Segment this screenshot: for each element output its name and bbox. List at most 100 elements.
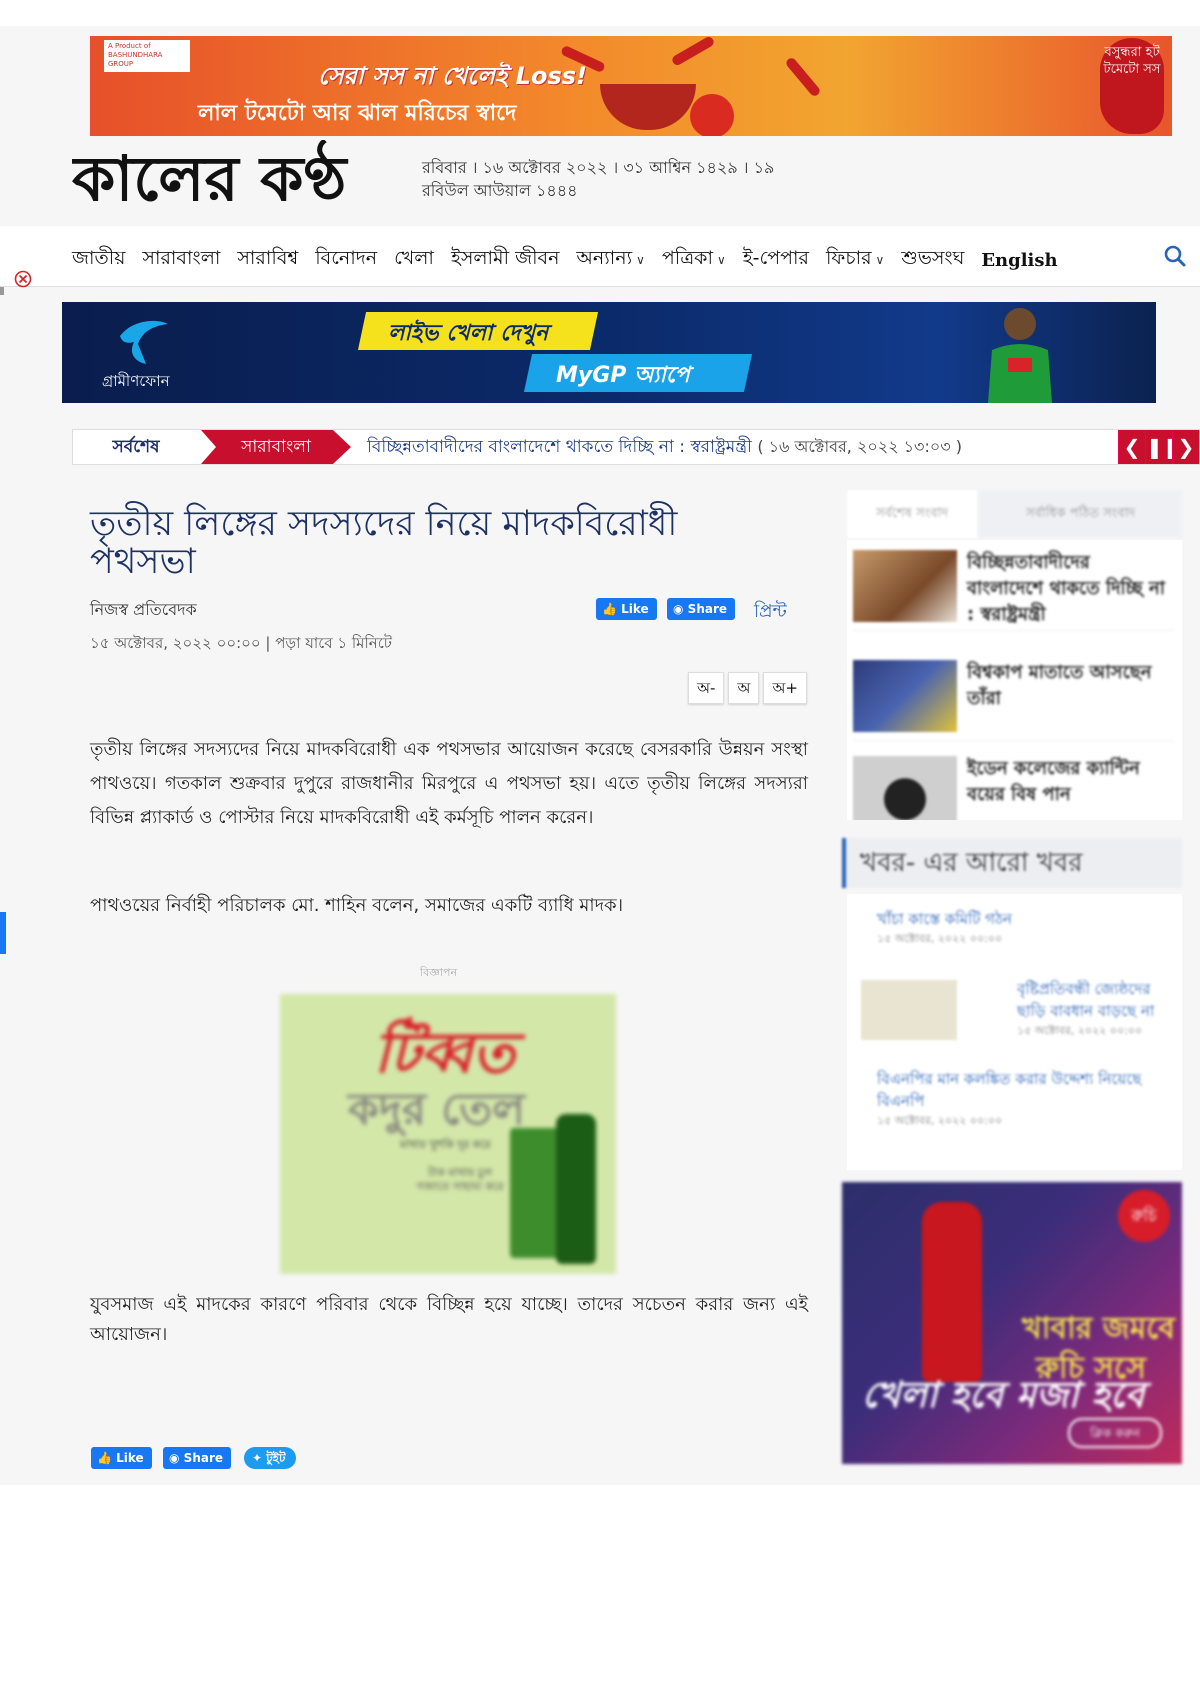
- facebook-share-button[interactable]: ◉ Share: [667, 598, 736, 620]
- more-news-title: বৃষ্টিপ্রতিবন্ধী জ্যেষ্ঠদের ছাড়ি বাবধান…: [1017, 980, 1155, 1020]
- chevron-left-icon[interactable]: ❮: [1118, 430, 1145, 464]
- ad-label: বিজ্ঞাপন: [420, 966, 458, 979]
- article-paragraph: পাথওয়ের নির্বাহী পরিচালক মো. শাহিন বলেন…: [90, 895, 624, 916]
- news-thumbnail: [861, 980, 957, 1040]
- list-item[interactable]: বিচ্ছিন্নতাবাদীদের বাংলাদেশে থাকতে দিচ্ছ…: [853, 546, 1173, 631]
- ticker-controls: ❮ ❚❚ ❯: [1118, 430, 1199, 464]
- list-item[interactable]: বিশ্বকাপ মাতাতে আসছেন তাঁরা: [853, 656, 1173, 741]
- pause-icon[interactable]: ❚❚: [1145, 430, 1180, 464]
- grameenphone-label: গ্রামীণফোন: [102, 372, 170, 390]
- nav-item[interactable]: অন্যান্য ∨: [576, 244, 644, 276]
- like-label: Like: [116, 1451, 144, 1465]
- english-version-link[interactable]: English: [981, 244, 1057, 276]
- thumbs-up-icon: 👍: [602, 602, 617, 616]
- share-label: Share: [687, 602, 728, 616]
- nav-item-label: অন্যান্য: [576, 247, 633, 269]
- ticker-category[interactable]: সারাবাংলা: [201, 430, 351, 464]
- ad-headline: লাইভ খেলা দেখুন: [388, 321, 549, 346]
- more-news-title: খাঁচা কাস্তে কমিটি গঠন: [877, 910, 1012, 928]
- more-news-date: ১৫ অক্টোবর, ২০২২ ০০:০০: [877, 1114, 1003, 1127]
- chevron-down-icon: ∨: [636, 253, 645, 267]
- nav-item-label: শুভসংঘ: [901, 247, 965, 269]
- news-ticker: সর্বশেষ সারাবাংলা বিচ্ছিন্নতাবাদীদের বাং…: [72, 429, 1200, 465]
- tab-latest-news[interactable]: সর্বশেষ সংবাদ: [847, 490, 977, 538]
- more-news-date: ১৫ অক্টোবর, ২০২২ ০০:০০: [877, 932, 1003, 945]
- chevron-down-icon: ∨: [875, 253, 885, 267]
- list-item[interactable]: বিএনপির মান কলঙ্কিত করার উদ্দেশ্য নিয়েছ…: [877, 1068, 1167, 1131]
- ad-cta-button[interactable]: ক্লিক করুন: [1068, 1418, 1162, 1448]
- nav-item[interactable]: বিনোদন: [315, 244, 377, 276]
- grameenphone-logo-icon: [120, 320, 168, 364]
- nav-item-label: ই-পেপার: [742, 247, 809, 269]
- article-headline: তৃতীয় লিঙ্গের সদস্যদের নিয়ে মাদকবিরোধী…: [90, 504, 678, 582]
- ad-tagline-sub: লাল টমেটো আর ঝাল মরিচের স্বাদে: [198, 101, 517, 126]
- news-thumbnail: [853, 756, 957, 820]
- close-icon[interactable]: [14, 270, 32, 288]
- player-graphic: [988, 308, 1052, 403]
- ad-subline: মাথার খুশকি দূর করে: [400, 1138, 491, 1151]
- facebook-icon: ◉: [673, 602, 684, 616]
- site-logo[interactable]: কালের কণ্ঠ: [72, 140, 402, 216]
- nav-item[interactable]: সারাবাংলা: [142, 244, 220, 276]
- hair-oil-ad[interactable]: টিব্বত কদুর তেল মাথার খুশকি দূর করে টাক …: [280, 994, 616, 1274]
- ticker-headline[interactable]: বিচ্ছিন্নতাবাদীদের বাংলাদেশে থাকতে দিচ্ছ…: [367, 430, 962, 464]
- nav-item-label: জাতীয়: [72, 247, 126, 269]
- nav-item[interactable]: খেলা: [394, 244, 434, 276]
- ticker-headline-text: বিচ্ছিন্নতাবাদীদের বাংলাদেশে থাকতে দিচ্ছ…: [367, 437, 752, 457]
- font-decrease-button[interactable]: অ-: [688, 672, 725, 704]
- feedback-tab[interactable]: [0, 912, 6, 954]
- svg-text:কালের কণ্ঠ: কালের কণ্ঠ: [72, 140, 349, 215]
- ad-note: টাক মাথায় চুল গজাতে সাহায্য করে: [416, 1166, 504, 1193]
- ad-app-name: MyGP অ্যাপে: [556, 363, 690, 388]
- nav-item[interactable]: সারাবিশ্ব: [237, 244, 298, 276]
- sidebar-tabs: সর্বশেষ সংবাদ সর্বাধিক পঠিত সংবাদ: [847, 490, 1182, 538]
- facebook-like-button[interactable]: 👍 Like: [91, 1447, 152, 1469]
- ruchi-sauce-ad[interactable]: রুচি খাবার জমবে রুচি সসে খেলা হবে মজা হব…: [842, 1182, 1182, 1464]
- sauce-bowl-graphic: [600, 84, 696, 130]
- grameenphone-banner-ad[interactable]: গ্রামীণফোন লাইভ খেলা দেখুন MyGP অ্যাপে: [62, 302, 1156, 403]
- main-nav: জাতীয় সারাবাংলা সারাবিশ্ব বিনোদন খেলা ইসলামী…: [0, 226, 1200, 287]
- ticker-time: ( ১৬ অক্টোবর, ২০২২ ১৩:০৩ ): [757, 437, 962, 456]
- print-link[interactable]: প্রিন্ট: [754, 597, 787, 628]
- list-item[interactable]: বৃষ্টিপ্রতিবন্ধী জ্যেষ্ঠদের ছাড়ি বাবধান…: [1017, 978, 1167, 1041]
- nav-item[interactable]: পত্রিকা ∨: [662, 244, 726, 276]
- tab-most-read[interactable]: সর্বাধিক পঠিত সংবাদ: [979, 490, 1182, 538]
- share-label: Share: [183, 1451, 224, 1465]
- facebook-like-button[interactable]: 👍 Like: [596, 598, 657, 620]
- chili-graphic: [670, 36, 716, 67]
- news-title: ইডেন কলেজের ক্যান্টিন বয়ের বিষ পান: [967, 758, 1140, 805]
- more-news-date: ১৫ অক্টোবর, ২০২২ ০০:০০: [1017, 1024, 1143, 1037]
- search-icon[interactable]: [1163, 244, 1187, 268]
- chili-graphic: [784, 56, 822, 98]
- nav-item[interactable]: ইসলামী জীবন: [451, 244, 559, 276]
- chevron-down-icon: ∨: [717, 253, 726, 267]
- list-item[interactable]: ইডেন কলেজের ক্যান্টিন বয়ের বিষ পান: [853, 752, 1173, 820]
- more-news-heading: খবর- এর আরো খবর: [842, 838, 1182, 888]
- font-size-controls: অ- অ অ+: [688, 672, 807, 704]
- nav-item-label: সারাবাংলা: [142, 247, 221, 269]
- nav-item[interactable]: শুভসংঘ: [901, 244, 964, 276]
- nav-item-label: সারাবিশ্ব: [237, 247, 299, 269]
- top-banner-ad[interactable]: A Product of BASHUNDHARA GROUP সেরা সস ন…: [90, 36, 1172, 136]
- ticker-latest-label[interactable]: সর্বশেষ: [73, 430, 199, 464]
- font-increase-button[interactable]: অ+: [763, 672, 807, 704]
- article-paragraph: তৃতীয় লিঙ্গের সদস্যদের নিয়ে মাদকবিরোধী…: [90, 739, 808, 828]
- latest-news-list: বিচ্ছিন্নতাবাদীদের বাংলাদেশে থাকতে দিচ্ছ…: [847, 540, 1182, 820]
- product-bottle-graphic: [556, 1114, 596, 1264]
- nav-item-label: ইসলামী জীবন: [450, 247, 560, 269]
- nav-item[interactable]: জাতীয়: [72, 244, 125, 276]
- ad-brand-box: A Product of BASHUNDHARA GROUP: [104, 40, 190, 72]
- nav-item[interactable]: ফিচার ∨: [826, 244, 884, 276]
- list-item[interactable]: খাঁচা কাস্তে কমিটি গঠন ১৫ অক্টোবর, ২০২২ …: [877, 908, 1167, 949]
- tweet-button[interactable]: ✦ টুইট: [244, 1447, 296, 1469]
- font-normal-button[interactable]: অ: [728, 672, 760, 704]
- article-paragraph: যুবসমাজ এই মাদকের কারণে পরিবার থেকে বিচ্…: [90, 1294, 808, 1345]
- chevron-right-icon[interactable]: ❯: [1172, 430, 1199, 464]
- news-title: বিশ্বকাপ মাতাতে আসছেন তাঁরা: [967, 662, 1152, 709]
- nav-item[interactable]: ই-পেপার: [743, 244, 809, 276]
- facebook-share-button[interactable]: ◉ Share: [163, 1447, 232, 1469]
- article-reporter: নিজস্ব প্রতিবেদক: [90, 600, 197, 619]
- tomato-graphic: [690, 94, 734, 136]
- ad-seal: বসুন্ধরা হট টমেটো সস: [1100, 38, 1164, 134]
- thumbs-up-icon: 👍: [97, 1451, 112, 1465]
